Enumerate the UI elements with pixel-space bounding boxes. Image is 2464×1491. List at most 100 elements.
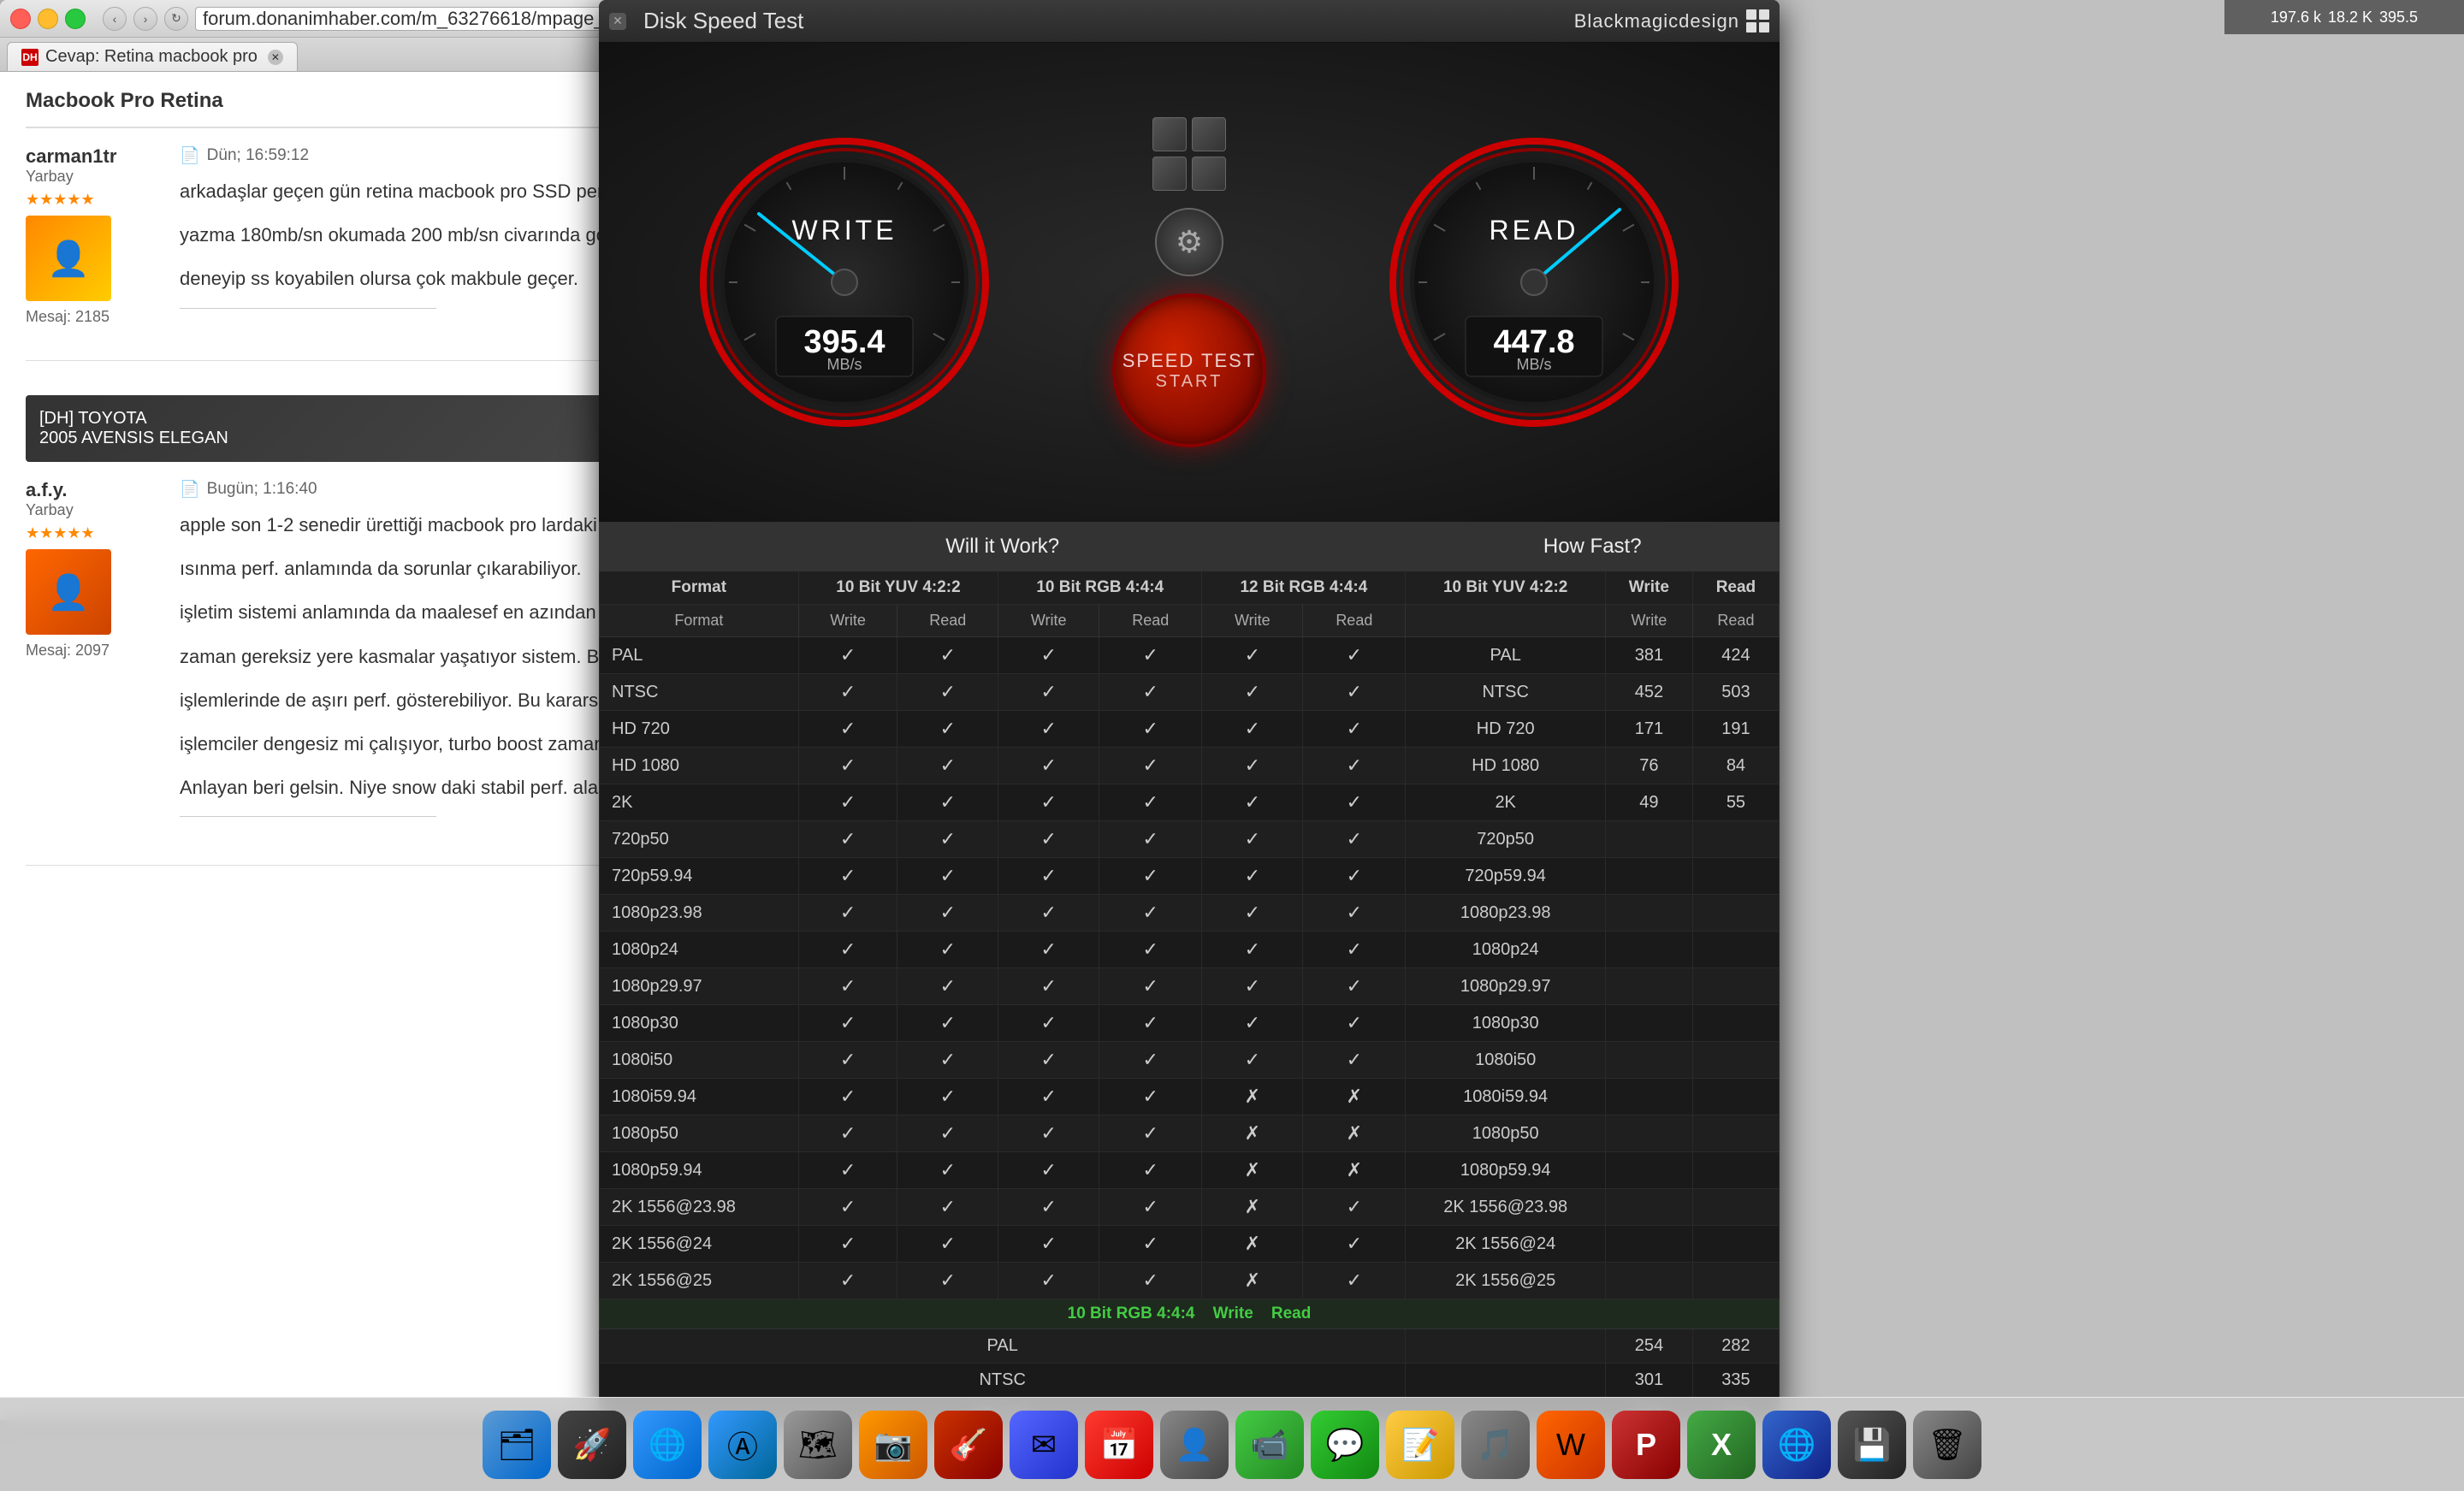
data-table-area: Will it Work? How Fast? Format 10 Bit YU… <box>599 522 1780 1420</box>
ctrl-square-3 <box>1152 157 1187 191</box>
speed-test-start-button[interactable]: SPEED TEST START <box>1112 293 1266 447</box>
col-speed-r: Read <box>1692 605 1779 637</box>
post-avatar-1: 👤 <box>26 216 111 301</box>
table-row-rgb10: NTSC301335 <box>600 1364 1780 1398</box>
settings-button[interactable]: ⚙ <box>1155 208 1223 276</box>
dock-item-misc3[interactable]: 🎵 <box>1461 1411 1530 1479</box>
yuv422-header: 10 Bit YUV 4:2:2 <box>798 571 998 605</box>
table-row: 2K 1556@24 ✓ ✓ ✓ ✓ ✗ ✓ 2K 1556@24 <box>600 1226 1780 1263</box>
format-col-header: Format <box>600 571 799 605</box>
dock-item-calendar[interactable]: 📅 <box>1085 1411 1153 1479</box>
table-row: PAL ✓ ✓ ✓ ✓ ✓ ✓ PAL 381 424 <box>600 637 1780 674</box>
svg-text:READ: READ <box>1490 215 1579 246</box>
dock-item-misc2[interactable]: 🎸 <box>934 1411 1003 1479</box>
svg-text:WRITE: WRITE <box>791 215 897 246</box>
col-format: Format <box>600 605 799 637</box>
post-rank-1: Yarbay <box>26 168 163 186</box>
dock-item-misc1[interactable]: 🗺 <box>784 1411 852 1479</box>
post-separator <box>180 308 436 309</box>
post-separator-2 <box>180 816 436 817</box>
dock-item-finder[interactable]: 🗂 <box>483 1411 551 1479</box>
ctrl-square-2 <box>1192 117 1226 151</box>
dock-item-misc7[interactable]: 🌐 <box>1762 1411 1831 1479</box>
table-row: 1080p29.97 ✓ ✓ ✓ ✓ ✓ ✓ 1080p29.97 <box>600 968 1780 1005</box>
traffic-lights <box>10 9 86 29</box>
start-label2: START <box>1156 372 1223 392</box>
maximize-button[interactable] <box>65 9 86 29</box>
post-stars-1: ★★★★★ <box>26 191 163 209</box>
refresh-button[interactable]: ↻ <box>164 7 188 31</box>
dock-item-launchpad[interactable]: 🚀 <box>558 1411 626 1479</box>
dock-item-mail[interactable]: ✉ <box>1010 1411 1078 1479</box>
svg-text:MB/s: MB/s <box>1517 356 1552 373</box>
col-rgb10-r: Read <box>1099 605 1202 637</box>
table-row: 720p50 ✓ ✓ ✓ ✓ ✓ ✓ 720p50 <box>600 821 1780 858</box>
post-msgcount-1: Mesaj: 2185 <box>26 308 163 326</box>
table-row: 1080p30 ✓ ✓ ✓ ✓ ✓ ✓ 1080p30 <box>600 1005 1780 1042</box>
gauges-area: WRITE 395.4 MB/s ⚙ SPEED TEST START <box>599 43 1780 522</box>
dock-item-messages[interactable]: 💬 <box>1311 1411 1379 1479</box>
dock-item-misc6[interactable]: X <box>1687 1411 1756 1479</box>
dock-item-notes[interactable]: 📝 <box>1386 1411 1454 1479</box>
control-squares <box>1152 117 1226 191</box>
ctrl-square-4 <box>1192 157 1226 191</box>
table-row: NTSC ✓ ✓ ✓ ✓ ✓ ✓ NTSC 452 503 <box>600 674 1780 711</box>
col-rgb12-r: Read <box>1303 605 1406 637</box>
dock-item-trash[interactable]: 🗑 <box>1913 1411 1981 1479</box>
post-username-2: a.f.y. <box>26 479 163 501</box>
table-row: HD 720 ✓ ✓ ✓ ✓ ✓ ✓ HD 720 171 191 <box>600 711 1780 748</box>
table-row: 2K 1556@23.98 ✓ ✓ ✓ ✓ ✗ ✓ 2K 1556@23.98 <box>600 1189 1780 1226</box>
macos-dock: 🗂 🚀 🌐 Ⓐ 🗺 📷 🎸 ✉ 📅 👤 📹 💬 📝 🎵 W P X 🌐 💾 🗑 <box>0 1397 2464 1491</box>
ctrl-square-1 <box>1152 117 1187 151</box>
close-button[interactable] <box>10 9 31 29</box>
dock-item-appstore[interactable]: Ⓐ <box>708 1411 777 1479</box>
speed-status: 395.5 <box>2379 9 2418 27</box>
back-button[interactable]: ‹ <box>103 7 127 31</box>
how-fast-write-header: Write <box>1605 571 1692 605</box>
dock-item-photos[interactable]: 📷 <box>859 1411 927 1479</box>
post-username-1: carman1tr <box>26 145 163 168</box>
tab-title: Cevap: Retina macbook pro <box>45 47 258 67</box>
dock-item-misc4[interactable]: W <box>1537 1411 1605 1479</box>
blackmagic-logo: Blackmagicdesign <box>1574 9 1769 33</box>
dock-item-misc5[interactable]: P <box>1612 1411 1680 1479</box>
col-rgb10-w: Write <box>998 605 1099 637</box>
minimize-button[interactable] <box>38 9 58 29</box>
table-row: HD 1080 ✓ ✓ ✓ ✓ ✓ ✓ HD 1080 76 84 <box>600 748 1780 784</box>
forward-button[interactable]: › <box>133 7 157 31</box>
browser-tab[interactable]: DH Cevap: Retina macbook pro ✕ <box>7 42 298 71</box>
table-row: 2K 1556@25 ✓ ✓ ✓ ✓ ✗ ✓ 2K 1556@25 <box>600 1263 1780 1299</box>
tab-close-button[interactable]: ✕ <box>268 50 283 65</box>
bmd-squares-icon <box>1746 9 1769 33</box>
app-close-button[interactable]: ✕ <box>609 13 626 30</box>
dock-item-safari[interactable]: 🌐 <box>633 1411 702 1479</box>
how-fast-read-header: Read <box>1692 571 1779 605</box>
center-controls: ⚙ SPEED TEST START <box>1112 117 1266 447</box>
col-speed-fmt <box>1406 605 1605 637</box>
network-status-1: 197.6 k <box>2271 9 2321 27</box>
write-gauge: WRITE 395.4 MB/s <box>690 128 998 436</box>
table-row: 1080i59.94 ✓ ✓ ✓ ✓ ✗ ✗ 1080i59.94 <box>600 1079 1780 1115</box>
post-rank-2: Yarbay <box>26 501 163 519</box>
table-row: 2K ✓ ✓ ✓ ✓ ✓ ✓ 2K 49 55 <box>600 784 1780 821</box>
table-row: 1080p59.94 ✓ ✓ ✓ ✓ ✗ ✗ 1080p59.94 <box>600 1152 1780 1189</box>
app-title: Disk Speed Test <box>643 8 803 34</box>
post-sidebar-2: a.f.y. Yarbay ★★★★★ 👤 Mesaj: 2097 <box>26 479 163 831</box>
post-stars-2: ★★★★★ <box>26 524 163 542</box>
post-avatar-2: 👤 <box>26 549 111 635</box>
svg-text:447.8: 447.8 <box>1494 324 1575 360</box>
how-fast-header: How Fast? <box>1406 523 1780 571</box>
write-gauge-svg: WRITE 395.4 MB/s <box>690 128 998 436</box>
dock-item-misc8[interactable]: 💾 <box>1838 1411 1906 1479</box>
post-sidebar-1: carman1tr Yarbay ★★★★★ 👤 Mesaj: 2185 <box>26 145 163 326</box>
post-msgcount-2: Mesaj: 2097 <box>26 642 163 660</box>
col-yuv-w: Write <box>798 605 897 637</box>
dock-item-contacts[interactable]: 👤 <box>1160 1411 1229 1479</box>
browser-nav: ‹ › ↻ <box>103 7 188 31</box>
will-it-work-header: Will it Work? <box>600 523 1406 571</box>
dock-item-facetime[interactable]: 📹 <box>1235 1411 1304 1479</box>
table-row: 1080p24 ✓ ✓ ✓ ✓ ✓ ✓ 1080p24 <box>600 932 1780 968</box>
speed-data-table: Will it Work? How Fast? Format 10 Bit YU… <box>599 522 1780 1420</box>
col-yuv-r: Read <box>897 605 998 637</box>
read-gauge: READ 447.8 MB/s <box>1380 128 1688 436</box>
